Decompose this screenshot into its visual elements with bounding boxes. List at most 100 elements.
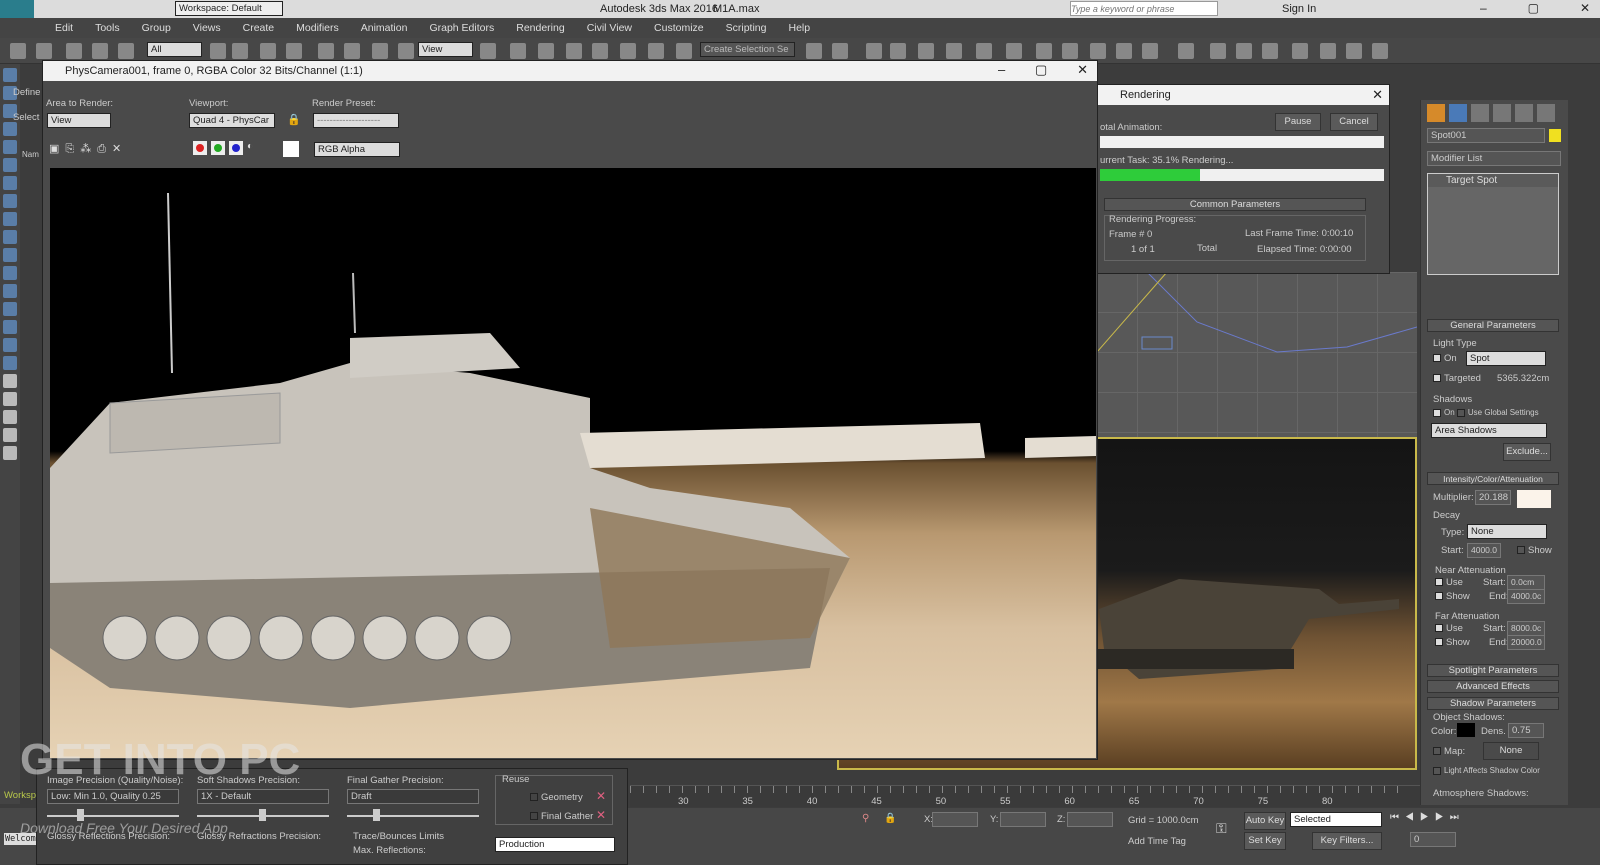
modifier-list-dropdown[interactable]: Modifier List: [1427, 151, 1561, 166]
toolbar-tool-icon[interactable]: [232, 43, 248, 59]
key-mode-dropdown[interactable]: Selected: [1290, 812, 1382, 827]
far-start-field[interactable]: 8000.0c: [1507, 621, 1545, 636]
toolbar-tool-icon[interactable]: [592, 43, 608, 59]
near-show-checkbox[interactable]: [1435, 592, 1443, 601]
toolbar-tool-icon[interactable]: [918, 43, 934, 59]
scene-explorer-tool-icon[interactable]: [3, 302, 17, 316]
near-start-field[interactable]: 0.0cm: [1507, 575, 1545, 590]
toolbar-tool-icon[interactable]: [946, 43, 962, 59]
motion-tab-icon[interactable]: [1493, 104, 1511, 122]
advanced-effects-rollout[interactable]: Advanced Effects: [1427, 680, 1559, 693]
toolbar-tool-icon[interactable]: [10, 43, 26, 59]
menu-scripting[interactable]: Scripting: [715, 22, 778, 34]
toolbar-tool-icon[interactable]: [1236, 43, 1252, 59]
toolbar-tool-icon[interactable]: [480, 43, 496, 59]
toolbar-tool-icon[interactable]: [890, 43, 906, 59]
toolbar-tool-icon[interactable]: [566, 43, 582, 59]
multiplier-field[interactable]: 20.188: [1475, 490, 1511, 505]
clear-geometry-icon[interactable]: ✕: [596, 789, 606, 803]
toolbar-tool-icon[interactable]: [1116, 43, 1132, 59]
toolbar-tool-icon[interactable]: [1346, 43, 1362, 59]
scene-explorer-tool-icon[interactable]: [3, 176, 17, 190]
close-icon[interactable]: ✕: [1580, 1, 1590, 15]
near-end-field[interactable]: 4000.0c: [1507, 589, 1545, 604]
viewport-dropdown[interactable]: Quad 4 - PhysCar: [189, 113, 275, 128]
hierarchy-tab-icon[interactable]: [1471, 104, 1489, 122]
toolbar-tool-icon[interactable]: [318, 43, 334, 59]
toolbar-tool-icon[interactable]: [1062, 43, 1078, 59]
background-color-swatch[interactable]: [283, 141, 299, 157]
object-color-swatch[interactable]: [1549, 129, 1561, 142]
toolbar-tool-icon[interactable]: [1090, 43, 1106, 59]
key-filters-button[interactable]: Key Filters...: [1312, 832, 1382, 850]
scene-explorer-tool-icon[interactable]: [3, 446, 17, 460]
toolbar-tool-icon[interactable]: [1006, 43, 1022, 59]
window-controls[interactable]: – ▢ ✕: [1480, 1, 1590, 15]
menu-animation[interactable]: Animation: [350, 22, 419, 34]
shadow-color-swatch[interactable]: [1457, 723, 1475, 737]
toolbar-tool-icon[interactable]: [92, 43, 108, 59]
scene-explorer-tool-icon[interactable]: [3, 158, 17, 172]
reuse-final-gather-checkbox[interactable]: [530, 812, 538, 821]
menu-civil-view[interactable]: Civil View: [576, 22, 643, 34]
display-tab-icon[interactable]: [1515, 104, 1533, 122]
scene-explorer-tool-icon[interactable]: [3, 248, 17, 262]
minimize-icon[interactable]: –: [1480, 1, 1487, 15]
toolbar-tool-icon[interactable]: [832, 43, 848, 59]
scene-explorer-tool-icon[interactable]: [3, 338, 17, 352]
reuse-geometry-checkbox[interactable]: [530, 793, 538, 802]
toolbar-tool-icon[interactable]: [620, 43, 636, 59]
far-end-field[interactable]: 20000.0: [1507, 635, 1545, 650]
toolbar-tool-icon[interactable]: [1292, 43, 1308, 59]
scene-explorer-tool-icon[interactable]: [3, 374, 17, 388]
scene-explorer-tool-icon[interactable]: [3, 194, 17, 208]
intensity-rollout[interactable]: Intensity/Color/Attenuation: [1427, 472, 1559, 485]
toolbar-tool-icon[interactable]: [344, 43, 360, 59]
pause-button[interactable]: Pause: [1275, 113, 1321, 131]
toolbar-tool-icon[interactable]: [372, 43, 388, 59]
light-color-swatch[interactable]: [1517, 490, 1551, 508]
toolbar-tool-icon[interactable]: [1210, 43, 1226, 59]
render-mode-dropdown[interactable]: Production: [495, 837, 615, 852]
monochrome-icon[interactable]: [265, 141, 279, 155]
toolbar-tool-icon[interactable]: [286, 43, 302, 59]
spotlight-parameters-rollout[interactable]: Spotlight Parameters: [1427, 664, 1559, 677]
sign-in-link[interactable]: Sign In: [1282, 3, 1316, 15]
clear-final-gather-icon[interactable]: ✕: [596, 808, 606, 822]
menu-edit[interactable]: Edit: [44, 22, 84, 34]
lock-icon[interactable]: 🔒: [287, 113, 301, 126]
scene-explorer-tool-icon[interactable]: [3, 230, 17, 244]
image-precision-slider[interactable]: [47, 809, 179, 821]
maximize-icon[interactable]: ▢: [1035, 62, 1047, 78]
scene-explorer-tool-icon[interactable]: [3, 356, 17, 370]
alpha-channel-icon[interactable]: ◐: [247, 141, 261, 155]
scene-explorer-tool-icon[interactable]: [3, 284, 17, 298]
toolbar-tool-icon[interactable]: [36, 43, 52, 59]
toolbar-tool-icon[interactable]: [510, 43, 526, 59]
object-name-field[interactable]: Spot001: [1427, 128, 1545, 143]
toolbar-tool-icon[interactable]: [66, 43, 82, 59]
shadows-on-checkbox[interactable]: [1433, 408, 1441, 417]
menu-rendering[interactable]: Rendering: [505, 22, 575, 34]
toolbar-tool-icon[interactable]: [1262, 43, 1278, 59]
far-use-checkbox[interactable]: [1435, 624, 1443, 633]
utilities-tab-icon[interactable]: [1537, 104, 1555, 122]
scene-explorer-tool-icon[interactable]: [3, 392, 17, 406]
shadow-type-dropdown[interactable]: Area Shadows: [1431, 423, 1547, 438]
decay-type-dropdown[interactable]: None: [1467, 524, 1547, 539]
blue-channel-button[interactable]: [229, 141, 243, 155]
menu-views[interactable]: Views: [182, 22, 232, 34]
x-coordinate-field[interactable]: [932, 812, 978, 827]
menu-customize[interactable]: Customize: [643, 22, 715, 34]
scene-explorer-tool-icon[interactable]: [3, 122, 17, 136]
area-to-render-dropdown[interactable]: View: [47, 113, 111, 128]
scene-explorer-tool-icon[interactable]: [3, 428, 17, 442]
render-preset-dropdown[interactable]: --------------------: [313, 113, 399, 128]
modify-tab-icon[interactable]: [1449, 104, 1467, 122]
final-gather-slider[interactable]: [347, 809, 479, 821]
shadow-map-button[interactable]: None: [1483, 742, 1539, 760]
current-frame-field[interactable]: 0: [1410, 832, 1456, 847]
search-input[interactable]: [1070, 1, 1218, 16]
toolbar-tool-icon[interactable]: [260, 43, 276, 59]
light-type-dropdown[interactable]: Spot: [1466, 351, 1546, 366]
